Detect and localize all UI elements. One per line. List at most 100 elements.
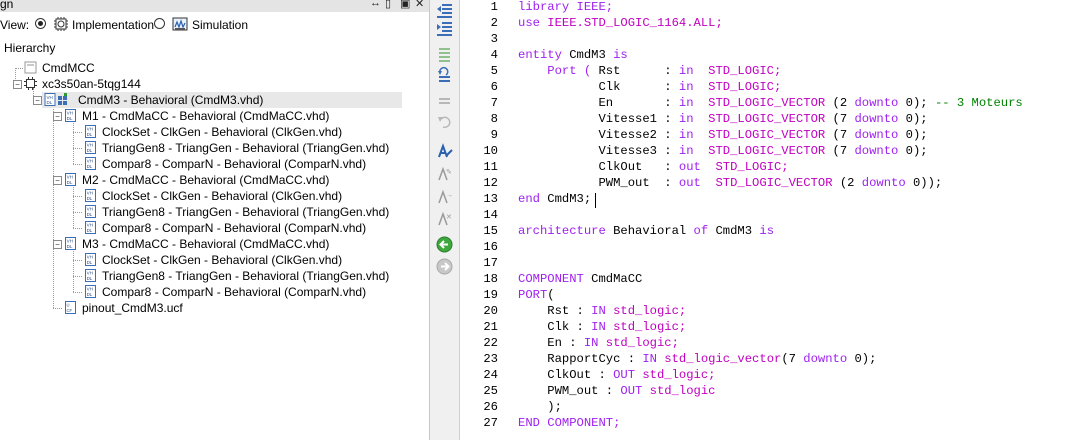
code-token: Vitesse3 : — [518, 144, 679, 158]
code-token: use — [518, 16, 548, 30]
ucf-file-icon: UCF — [65, 301, 76, 314]
tree-node[interactable]: − VH DL CmdM3 - Behavioral (CmdM3.vhd) — [33, 92, 402, 108]
simulation-label[interactable]: Simulation — [192, 18, 248, 32]
comment-block-icon — [439, 98, 450, 104]
go-back-icon[interactable] — [436, 236, 453, 253]
code-token: in — [678, 128, 709, 142]
code-token: (2 — [839, 176, 862, 190]
svg-text:DL: DL — [67, 116, 73, 121]
code-token: 0); — [854, 352, 877, 366]
simulation-icon — [172, 17, 188, 31]
tree-node-label: pinout_CmdM3.ucf — [82, 301, 183, 315]
undo-icon — [438, 116, 451, 129]
svg-text:VH: VH — [67, 175, 73, 180]
clear-bookmarks-icon: ✕ — [438, 211, 452, 226]
code-token: architecture — [518, 224, 614, 238]
line-number: 3 — [490, 32, 498, 46]
implementation-radio[interactable] — [35, 18, 46, 29]
code-line: PWM_out : OUT std_logic — [518, 384, 715, 398]
tree-connector — [73, 120, 74, 164]
tree-node-label: TriangGen8 - TriangGen - Behavioral (Tri… — [102, 205, 390, 219]
svg-text:DL: DL — [87, 148, 93, 153]
code-token: downto — [854, 144, 906, 158]
tree-connector — [73, 276, 82, 277]
code-token: STD_LOGIC; — [708, 64, 782, 78]
collapse-icon[interactable]: − — [53, 112, 62, 121]
text-caret — [595, 193, 596, 208]
simulation-radio[interactable] — [154, 18, 165, 29]
tree-node-label: Compar8 - ComparN - Behavioral (ComparN.… — [102, 221, 367, 235]
code-token: in — [678, 80, 709, 94]
code-token: IN — [642, 352, 665, 366]
line-number: 4 — [490, 48, 498, 62]
code-line: PWM_out : out STD_LOGIC_VECTOR (2 downto… — [518, 176, 942, 190]
line-number: 9 — [490, 128, 498, 142]
minimize-icon[interactable]: ▯ — [385, 0, 391, 10]
svg-text:DL: DL — [47, 100, 53, 105]
code-token: 0); — [905, 112, 928, 126]
go-forward-icon — [436, 258, 453, 275]
code-token: END COMPONENT; — [518, 416, 621, 430]
tree-node-label: CmdM3 - Behavioral (CmdM3.vhd) — [78, 93, 264, 107]
code-line: Vitesse3 : in STD_LOGIC_VECTOR (7 downto… — [518, 144, 927, 158]
next-bookmark-icon: → — [438, 189, 453, 204]
line-number: 25 — [483, 384, 498, 398]
line-number: 11 — [483, 160, 498, 174]
line-number: 17 — [483, 256, 498, 270]
vhdl-file-icon: VHDL — [85, 269, 96, 282]
code-line: Clk : IN std_logic; — [518, 320, 686, 334]
code-token: STD_LOGIC; — [708, 80, 782, 94]
svg-text:VH: VH — [87, 287, 93, 292]
svg-text:✎: ✎ — [446, 169, 452, 176]
float-icon[interactable]: ↔ — [370, 0, 381, 9]
tree-connector — [73, 212, 82, 213]
tree-node-label: xc3s50an-5tqg144 — [42, 77, 141, 91]
tree-node-label: ClockSet - ClkGen - Behavioral (ClkGen.v… — [102, 125, 343, 139]
code-token: std_logic_vector — [664, 352, 782, 366]
tree-connector — [73, 292, 82, 293]
view-selector: View: Implementation Simulation — [0, 15, 429, 35]
vhdl-file-icon: VHDL — [65, 237, 76, 250]
restore-icon[interactable]: ▣ — [400, 0, 410, 10]
collapse-icon[interactable]: − — [13, 80, 22, 89]
line-number: 5 — [490, 64, 498, 78]
language-template-icon[interactable] — [436, 143, 453, 160]
code-token: std_logic; — [613, 320, 687, 334]
collapse-icon[interactable]: − — [53, 176, 62, 185]
code-token: STD_LOGIC_VECTOR — [708, 112, 833, 126]
vhdl-file-icon: VHDL — [85, 157, 96, 170]
code-token: out — [678, 176, 716, 190]
code-token: IN — [591, 320, 614, 334]
hierarchy-label: Hierarchy — [4, 41, 56, 55]
indent-left-icon[interactable] — [436, 2, 453, 19]
tree-node-label: ClockSet - ClkGen - Behavioral (ClkGen.v… — [102, 189, 343, 203]
line-number: 1 — [490, 0, 498, 14]
tree-connector — [73, 260, 82, 261]
svg-text:→: → — [446, 192, 453, 199]
code-token: STD_LOGIC_VECTOR — [708, 128, 833, 142]
code-token: Port ( — [518, 64, 599, 78]
code-token: 0); — [905, 96, 935, 110]
line-number: 19 — [483, 288, 498, 302]
code-token: -- 3 Moteurs — [934, 96, 1023, 110]
implementation-label[interactable]: Implementation — [72, 18, 154, 32]
collapse-icon[interactable]: − — [33, 96, 42, 105]
line-number: 13 — [483, 192, 498, 206]
code-line: PORT( — [518, 288, 555, 302]
uncomment-icon[interactable] — [436, 66, 453, 83]
collapse-icon[interactable]: − — [53, 240, 62, 249]
indent-right-icon[interactable] — [436, 20, 453, 37]
code-token: STD_LOGIC; — [715, 160, 789, 174]
code-token: (7 — [832, 128, 855, 142]
tree-node-label: M3 - CmdMaCC - Behavioral (CmdMaCC.vhd) — [82, 237, 330, 251]
tree-node-label: M1 - CmdMaCC - Behavioral (CmdMaCC.vhd) — [82, 109, 330, 123]
svg-text:VH: VH — [67, 239, 73, 244]
code-token: out — [678, 160, 716, 174]
close-icon[interactable]: ✕ — [415, 0, 424, 10]
line-number: 26 — [483, 400, 498, 414]
line-number: 18 — [483, 272, 498, 286]
svg-text:DL: DL — [87, 164, 93, 169]
code-editor[interactable]: 1 library IEEE; 2 use IEEE.STD_LOGIC_1164.A… — [460, 0, 1078, 440]
svg-text:VH: VH — [87, 191, 93, 196]
view-label: View: — [0, 18, 30, 32]
